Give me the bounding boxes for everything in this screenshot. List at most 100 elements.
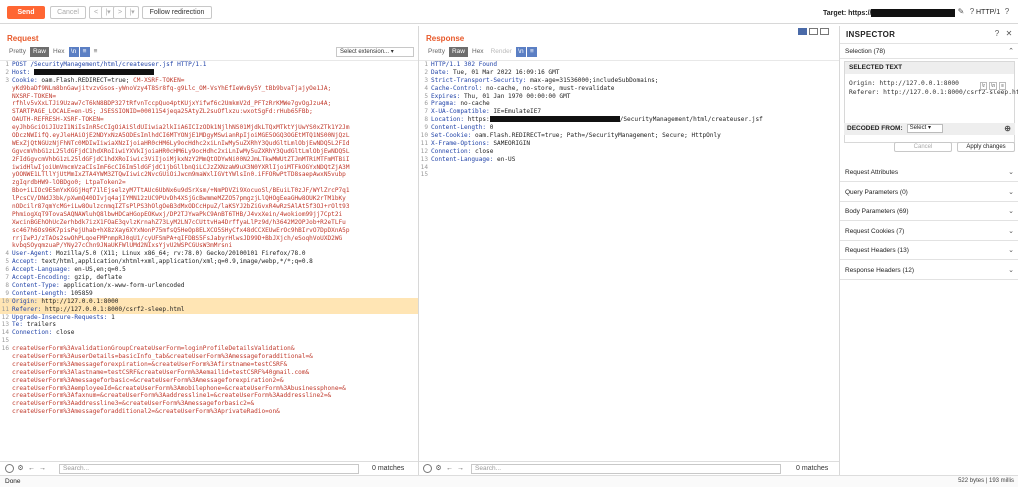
header-value: Tue, 01 Mar 2022 16:09:16 GMT (453, 68, 560, 76)
header-name: User-Agent: (12, 250, 57, 258)
editor-line: STARTPAGE_LOCALE=en-US; JSESSIONID=00011… (0, 108, 418, 116)
selected-text-controls: \r \n ≡ (980, 82, 1007, 90)
header-value: oam.Flash.REDIRECT=true; Path=/SecurityM… (475, 132, 721, 140)
response-search-bar: ⚙ ← → Search... 0 matches (419, 461, 839, 475)
gear-icon[interactable]: ⚙ (16, 464, 25, 473)
editor-line: lPcsCV/DNdJ3bk/pXwmQ40DIvjq4ajIYMN12zUC9… (0, 195, 418, 203)
param-text: kvbqSOyqmzuaP/YNy27cChn9JNaUKFWlUMd2NIxs… (12, 242, 233, 250)
header-name: Upgrade-Insecure-Requests: (12, 313, 112, 321)
line-number: 1 (5, 61, 9, 68)
inspector-section-label: Body Parameters (69) (845, 208, 909, 215)
header-value: 0 (489, 124, 494, 132)
editor-line: 8 Content-Type: application/x-www-form-ur… (0, 282, 418, 290)
tab-hex[interactable]: Hex (50, 47, 68, 57)
header-name: Accept-Language: (12, 266, 75, 274)
editor-line: createUserForm%3Amessageforbasic=&create… (0, 377, 418, 385)
editor-line: 1 POST /SecurityManagement/html/createuse… (0, 61, 418, 69)
editor-line: rrjIwPJ/zTAOs2swOhPLqoeFMPnmpRJ0qU1/cyUF… (0, 235, 418, 243)
line-number: 14 (1, 329, 9, 337)
cancel-button[interactable]: Cancel (894, 142, 952, 152)
pencil-icon[interactable]: ✎ (956, 7, 966, 17)
tab-pretty[interactable]: Pretty (6, 47, 29, 57)
newline-toggle[interactable]: \n (989, 82, 998, 90)
tab-raw[interactable]: Raw (448, 47, 468, 57)
editor-line: 3 Cookie: oam.Flash.REDIRECT=true; CM-XSR… (0, 77, 418, 85)
layout-tabs-icon[interactable] (820, 28, 829, 35)
help-icon[interactable] (5, 464, 14, 473)
layout-split-vertical-icon[interactable] (809, 28, 818, 35)
help-icon[interactable] (423, 464, 432, 473)
tab-raw[interactable]: Raw (29, 47, 49, 57)
inspector-section[interactable]: Response Headers (12) ⌄ (840, 261, 1018, 280)
cancel-button[interactable]: Cancel (50, 6, 86, 19)
header-name: Content-Length: (431, 124, 490, 132)
target-text: Target: https:// (823, 9, 872, 17)
add-icon[interactable]: ⊕ (1004, 123, 1011, 135)
line-number: 5 (5, 258, 9, 266)
decoded-select[interactable]: Select ▾ (906, 123, 943, 133)
editor-line: 2FIdGgvcmVhbG1zL25ldGFjdC1hdXRoIiwic3ViI… (0, 156, 418, 164)
header-value: text/html,application/xhtml+xml,applicat… (41, 258, 313, 266)
help-icon[interactable]: ? (992, 29, 1002, 39)
apply-changes-button[interactable]: Apply changes (957, 142, 1015, 152)
menu-icon[interactable]: ≡ (999, 82, 1007, 90)
request-title: Request (7, 34, 39, 43)
header-name: Accept: (12, 258, 42, 266)
arrow-left-icon[interactable]: ← (27, 464, 36, 473)
inspector-section[interactable]: Request Headers (13) ⌄ (840, 241, 1018, 260)
menu-icon[interactable]: ≡ (91, 47, 101, 57)
inspector-section[interactable]: Body Parameters (69) ⌄ (840, 202, 1018, 221)
editor-line: 7 X-UA-Compatible: IE=EmulateIE7 (419, 108, 839, 116)
http-version[interactable]: HTTP/1 (976, 9, 1000, 16)
help-icon[interactable]: ? (1002, 7, 1012, 17)
header-value: oam.Flash.REDIRECT=true; (41, 76, 134, 84)
editor-line: sc467h6Os96K7pisPejUhab+hX8zXay6XYxNonP7… (0, 227, 418, 235)
header-value: max-age=31536000;includeSubDomains; (530, 76, 659, 84)
response-editor[interactable]: 1 HTTP/1.1 302 Found 2 Date: Tue, 01 Mar 20… (419, 60, 839, 461)
inspector-section[interactable]: Request Cookies (7) ⌄ (840, 222, 1018, 241)
editor-line: 12 Connection: close (419, 148, 839, 156)
request-search-bar: ⚙ ← → Search... 0 matches (0, 461, 418, 475)
wrap-icon[interactable]: ≡ (79, 47, 90, 57)
carriage-return-toggle[interactable]: \r (980, 82, 988, 90)
inspector-section[interactable]: Query Parameters (0) ⌄ (840, 183, 1018, 202)
inspector-section-label: Response Headers (12) (845, 266, 915, 274)
decoded-select-label: Select (909, 124, 927, 131)
editor-line: 11 X-Frame-Options: SAMEORIGIN (419, 140, 839, 148)
inspector-section[interactable]: Request Attributes ⌄ (840, 163, 1018, 182)
close-icon[interactable]: ✕ (1004, 29, 1014, 39)
arrow-left-icon[interactable]: ← (445, 464, 454, 473)
header-name: X-UA-Compatible: (431, 108, 494, 116)
request-editor[interactable]: 1 POST /SecurityManagement/html/createuse… (0, 60, 418, 461)
header-name: Accept-Encoding: (12, 274, 75, 282)
header-value: 105859 (70, 289, 93, 297)
param-text: rfhlv5vXxLTJi9Uzaw7cT6kN8BDP327tRfvnTccp… (12, 100, 332, 108)
search-input[interactable]: Search... (471, 464, 781, 474)
selection-row[interactable]: Selection (78) ⌃ (840, 43, 1018, 59)
arrow-right-icon[interactable]: → (456, 464, 465, 473)
send-button[interactable]: Send (7, 6, 45, 19)
tab-render[interactable]: Render (488, 47, 515, 57)
header-value: http://127.0.0.1:8000/csrf2-sleep.html (45, 305, 185, 313)
header-value: application/x-www-form-urlencoded (63, 281, 185, 289)
param-text: WExZjQtNGUzNjFhNTc0MDIwIiwiaXNzIjoiaHR0c… (12, 139, 350, 147)
status-bar: Done 522 bytes | 193 millis (0, 475, 1018, 487)
inspector-title: INSPECTOR (846, 30, 896, 39)
header-value: no-cache, no-store, must-revalidate (486, 84, 615, 92)
editor-line: 2 Date: Tue, 01 Mar 2022 16:09:16 GMT (419, 69, 839, 77)
arrow-right-icon[interactable]: → (38, 464, 47, 473)
header-name: Connection: (12, 329, 57, 337)
forward-history-dropdown[interactable]: |▾ (125, 6, 139, 19)
gear-icon[interactable]: ⚙ (434, 464, 443, 473)
tab-pretty[interactable]: Pretty (425, 47, 448, 57)
layout-split-horizontal-icon[interactable] (798, 28, 807, 35)
editor-line: WExZjQtNGUzNjFhNTc0MDIwIiwiaXNzIjoiaHR0c… (0, 140, 418, 148)
param-text: yKd9baDf9NLm8bnGawjitvzvGsos-yWnoVzy4T8S… (12, 84, 332, 92)
wrap-icon[interactable]: ≡ (526, 47, 537, 57)
newline-toggle-icon[interactable]: \n (68, 47, 79, 57)
newline-toggle-icon[interactable]: \n (515, 47, 526, 57)
tab-hex[interactable]: Hex (469, 47, 487, 57)
extension-select[interactable]: Select extension... ▾ (336, 47, 414, 57)
follow-redirection-button[interactable]: Follow redirection (142, 6, 212, 19)
search-input[interactable]: Search... (59, 464, 359, 474)
